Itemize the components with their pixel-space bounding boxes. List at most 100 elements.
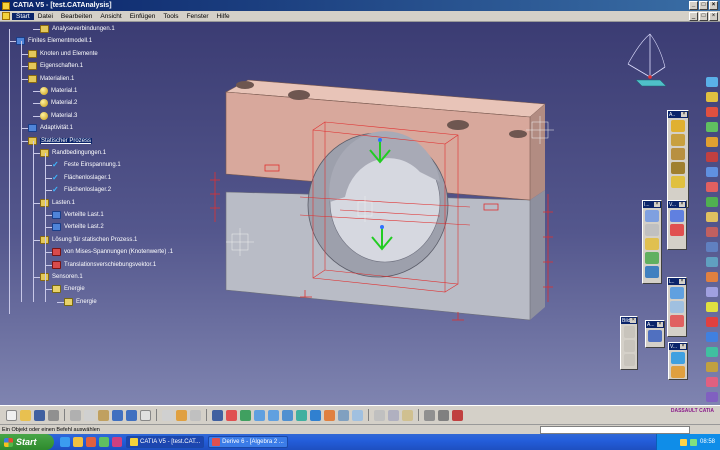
help-icon[interactable] bbox=[140, 409, 151, 421]
3d-viewport[interactable]: Analyseverbindungen.1 Finites Elementmode… bbox=[0, 22, 720, 405]
vector-tool-icon[interactable] bbox=[670, 315, 684, 327]
layer-icon[interactable] bbox=[438, 409, 449, 421]
analysis-tool-icon[interactable] bbox=[648, 330, 662, 342]
strip-icon-17[interactable] bbox=[706, 317, 718, 327]
part-model[interactable] bbox=[0, 22, 720, 405]
options-icon[interactable] bbox=[402, 409, 413, 421]
deform-tool-icon[interactable] bbox=[670, 301, 684, 313]
menu-tools[interactable]: Tools bbox=[159, 13, 182, 20]
compute-tool-icon[interactable] bbox=[670, 210, 684, 222]
menu-fenster[interactable]: Fenster bbox=[183, 13, 213, 20]
document-icon[interactable] bbox=[2, 12, 10, 20]
copy-icon[interactable] bbox=[84, 409, 95, 421]
strip-icon-10[interactable] bbox=[706, 212, 718, 222]
undo-icon[interactable] bbox=[112, 409, 123, 421]
restraint-tool-icon[interactable] bbox=[671, 120, 685, 132]
pan-icon[interactable] bbox=[226, 409, 237, 421]
multi-view-icon[interactable] bbox=[296, 409, 307, 421]
strip-icon-13[interactable] bbox=[706, 257, 718, 267]
selection-icon[interactable] bbox=[452, 409, 463, 421]
ie-icon[interactable] bbox=[60, 437, 70, 447]
menu-hilfe[interactable]: Hilfe bbox=[213, 13, 234, 20]
history-icon[interactable] bbox=[388, 409, 399, 421]
catia-quick-icon[interactable] bbox=[112, 437, 122, 447]
outlook-icon[interactable] bbox=[73, 437, 83, 447]
print-icon[interactable] bbox=[48, 409, 59, 421]
strip-icon-3[interactable] bbox=[706, 107, 718, 117]
menu-einfuegen[interactable]: Einfügen bbox=[126, 13, 160, 20]
save-icon[interactable] bbox=[34, 409, 45, 421]
report-icon[interactable] bbox=[374, 409, 385, 421]
strip-icon-22[interactable] bbox=[706, 392, 718, 402]
rotate-icon[interactable] bbox=[240, 409, 251, 421]
cut-icon[interactable] bbox=[70, 409, 81, 421]
strip-icon-1[interactable] bbox=[706, 77, 718, 87]
image-1-icon[interactable] bbox=[623, 326, 635, 338]
image-3-icon[interactable] bbox=[623, 354, 635, 366]
task-derive[interactable]: Derive 6 - [Algebra 2 ... bbox=[208, 436, 288, 448]
group-tool-icon[interactable] bbox=[645, 266, 659, 278]
maximize-icon[interactable]: □ bbox=[699, 1, 708, 10]
toolbar-v2-close-icon[interactable]: × bbox=[680, 344, 686, 349]
start-button[interactable]: Start bbox=[0, 434, 54, 450]
animate-tool-icon[interactable] bbox=[671, 366, 685, 378]
toolbar-a2-close-icon[interactable]: × bbox=[657, 322, 663, 327]
toolbar-a-close-icon[interactable]: × bbox=[681, 112, 687, 117]
force-tool-icon[interactable] bbox=[671, 176, 685, 188]
strip-icon-14[interactable] bbox=[706, 272, 718, 282]
tray-icon-1[interactable] bbox=[679, 438, 687, 446]
sensor-tool-icon[interactable] bbox=[670, 287, 684, 299]
paste-icon[interactable] bbox=[98, 409, 109, 421]
task-catia[interactable]: CATIA V5 - [test.CAT... bbox=[126, 436, 205, 448]
strip-icon-6[interactable] bbox=[706, 152, 718, 162]
strip-icon-20[interactable] bbox=[706, 362, 718, 372]
formula-icon[interactable] bbox=[162, 409, 173, 421]
menu-ansicht[interactable]: Ansicht bbox=[96, 13, 125, 20]
strip-icon-11[interactable] bbox=[706, 227, 718, 237]
doc-close-icon[interactable]: × bbox=[709, 12, 718, 21]
command-input[interactable] bbox=[540, 426, 690, 434]
close-icon[interactable]: × bbox=[709, 1, 718, 10]
toolbar-bild-close-icon[interactable]: × bbox=[630, 318, 636, 323]
menu-bearbeiten[interactable]: Bearbeiten bbox=[57, 13, 96, 20]
toolbar-v-close-icon[interactable]: × bbox=[679, 202, 685, 207]
zoom-in-icon[interactable] bbox=[254, 409, 265, 421]
strip-icon-2[interactable] bbox=[706, 92, 718, 102]
doc-minimize-icon[interactable]: _ bbox=[689, 12, 698, 21]
visualization-tool-icon[interactable] bbox=[671, 352, 685, 364]
results-tool-icon[interactable] bbox=[670, 224, 684, 236]
strip-icon-12[interactable] bbox=[706, 242, 718, 252]
toolbar-i-close-icon[interactable]: × bbox=[654, 202, 660, 207]
strip-icon-16[interactable] bbox=[706, 302, 718, 312]
menu-datei[interactable]: Datei bbox=[34, 13, 57, 20]
new-file-icon[interactable] bbox=[6, 409, 17, 421]
swap-space-icon[interactable] bbox=[352, 409, 363, 421]
menu-start[interactable]: Start bbox=[12, 12, 34, 20]
strip-icon-18[interactable] bbox=[706, 332, 718, 342]
desktop-icon[interactable] bbox=[86, 437, 96, 447]
strip-icon-4[interactable] bbox=[706, 122, 718, 132]
strip-icon-15[interactable] bbox=[706, 287, 718, 297]
pressure-tool-icon[interactable] bbox=[671, 148, 685, 160]
fit-all-icon[interactable] bbox=[212, 409, 223, 421]
minimize-icon[interactable]: _ bbox=[689, 1, 698, 10]
strip-icon-7[interactable] bbox=[706, 167, 718, 177]
measure-icon[interactable] bbox=[176, 409, 187, 421]
property-tool-icon[interactable] bbox=[645, 252, 659, 264]
filter-icon[interactable] bbox=[424, 409, 435, 421]
material-tool-icon[interactable] bbox=[645, 238, 659, 250]
tray-icon-2[interactable] bbox=[689, 438, 697, 446]
image-2-icon[interactable] bbox=[623, 340, 635, 352]
strip-icon-8[interactable] bbox=[706, 182, 718, 192]
load-tool-icon[interactable] bbox=[671, 162, 685, 174]
hide-show-icon[interactable] bbox=[338, 409, 349, 421]
strip-icon-9[interactable] bbox=[706, 197, 718, 207]
open-file-icon[interactable] bbox=[20, 409, 31, 421]
shading-icon[interactable] bbox=[324, 409, 335, 421]
redo-icon[interactable] bbox=[126, 409, 137, 421]
iso-view-icon[interactable] bbox=[310, 409, 321, 421]
strip-icon-5[interactable] bbox=[706, 137, 718, 147]
slider-tool-icon[interactable] bbox=[671, 134, 685, 146]
normal-view-icon[interactable] bbox=[282, 409, 293, 421]
strip-icon-21[interactable] bbox=[706, 377, 718, 387]
